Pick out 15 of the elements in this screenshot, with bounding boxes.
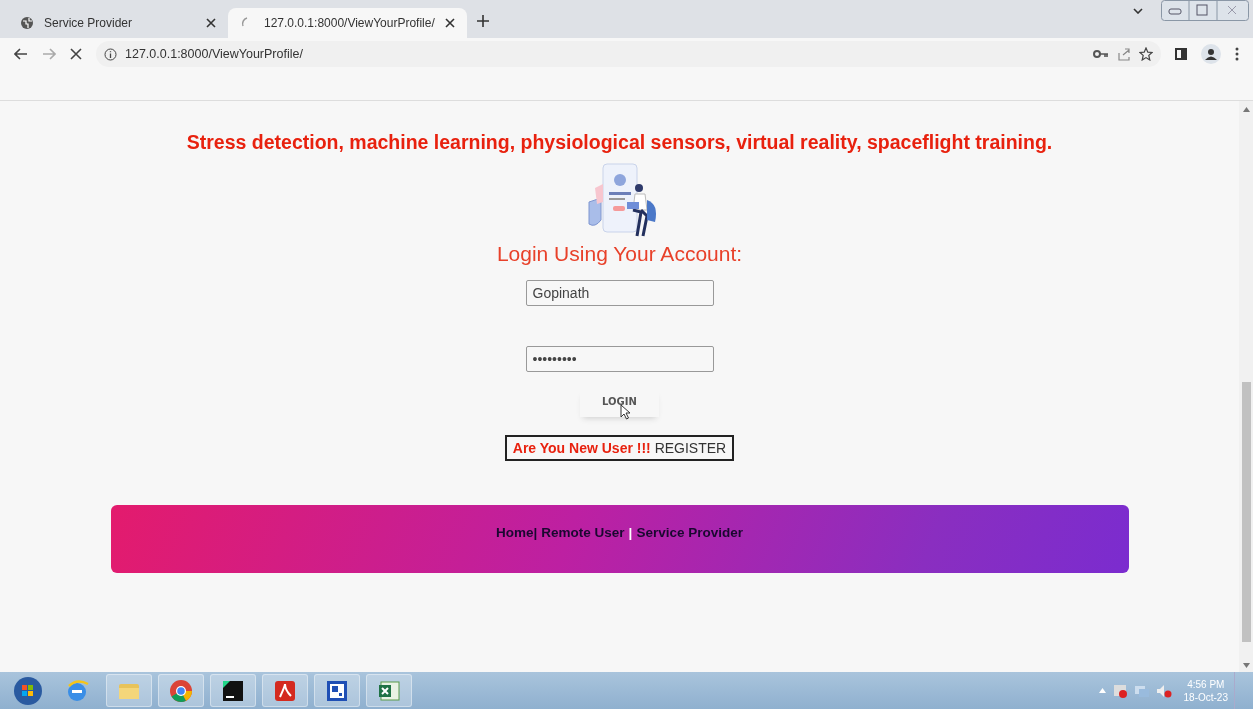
footer-link[interactable]: Home| [496, 525, 538, 573]
clock-time: 4:56 PM [1186, 677, 1226, 691]
username-field[interactable]: Gopinath [525, 280, 714, 306]
page-heading: Stress detection, machine learning, physiological sensors, virtual reality, spaceflight training. [186, 131, 1053, 154]
register-link[interactable]: REGISTER [654, 440, 727, 456]
browser-tab[interactable]: Service Provider [8, 8, 228, 38]
new-user-prompt: Are You New User !!! [512, 440, 651, 456]
separator-text: | [628, 525, 633, 542]
clock-date: 18-Oct-23 [1183, 690, 1228, 704]
url-text: 127.0.0.1:8000/ViewYourProfile/ [125, 47, 303, 61]
login-title: Login Using Your Account: [496, 242, 743, 266]
login-button[interactable]: LOGIN [580, 390, 659, 417]
password-field[interactable]: ••••••••• [525, 346, 714, 372]
address-bar[interactable]: 127.0.0.1:8000/ViewYourProfile/ [96, 41, 1161, 67]
browser-tab[interactable]: 127.0.0.1:8000/ViewYourProfile/ [228, 8, 467, 38]
